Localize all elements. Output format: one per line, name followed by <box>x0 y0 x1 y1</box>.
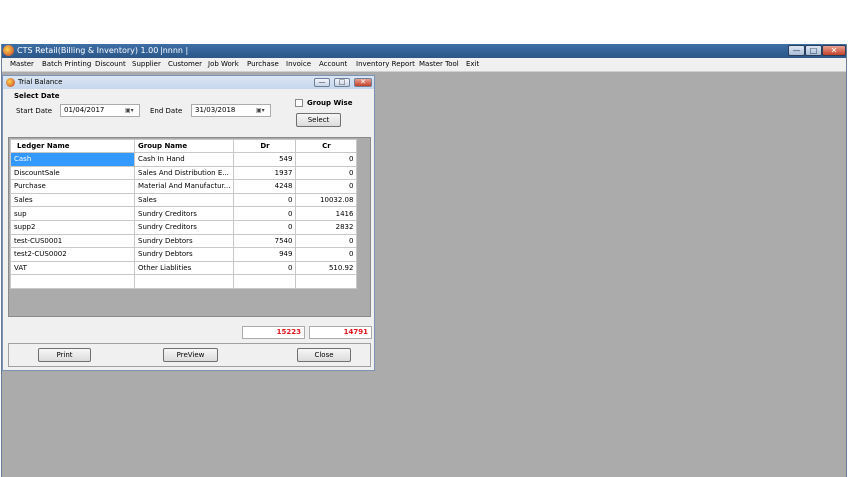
total-dr: 15223 <box>242 326 305 339</box>
dr-cell[interactable]: 0 <box>233 192 297 208</box>
table-row[interactable]: Cash Cash In Hand 549 0 <box>10 152 358 167</box>
dialog-close-button[interactable]: ✕ <box>354 78 372 87</box>
preview-button[interactable]: PreView <box>163 348 218 362</box>
menu-bar: Master Batch Printing Discount Supplier … <box>2 58 846 72</box>
calendar-dropdown-icon[interactable]: ▣▾ <box>125 107 137 114</box>
cr-cell[interactable]: 0 <box>295 152 358 167</box>
menu-master-tool[interactable]: Master Tool <box>419 60 459 68</box>
maximize-button[interactable]: □ <box>805 45 822 56</box>
cr-cell[interactable]: 10032.08 <box>295 192 358 208</box>
group-name-cell[interactable]: Sundry Debtors <box>133 247 235 262</box>
start-date-label: Start Date <box>16 107 53 115</box>
end-date-label: End Date <box>150 107 183 115</box>
group-name-cell[interactable]: Sundry Debtors <box>133 233 235 249</box>
group-wise-checkbox[interactable] <box>295 99 303 107</box>
menu-discount[interactable]: Discount <box>95 60 126 68</box>
start-date-value: 01/04/2017 <box>64 106 105 114</box>
group-name-cell[interactable]: Sundry Creditors <box>133 206 235 221</box>
dr-cell[interactable]: 1937 <box>233 165 297 181</box>
ledger-name-cell[interactable]: test-CUS0001 <box>10 233 135 249</box>
ledger-name-cell[interactable]: VAT <box>10 260 135 276</box>
menu-job-work[interactable]: Job Work <box>208 60 239 68</box>
trial-balance-grid: Ledger Name Group Name Dr Cr Cash Cash In… <box>8 137 371 317</box>
table-row[interactable]: test2-CUS0002 Sundry Debtors 949 0 <box>10 247 358 262</box>
menu-customer[interactable]: Customer <box>168 60 202 68</box>
close-dialog-button[interactable]: Close <box>297 348 351 362</box>
cr-cell[interactable]: 0 <box>295 247 358 262</box>
ledger-name-cell[interactable]: Sales <box>10 192 135 208</box>
dialog-title: Trial Balance <box>18 78 63 86</box>
table-row[interactable]: VAT Other Liablities 0 510.92 <box>10 260 358 276</box>
dr-cell[interactable]: 4248 <box>233 179 297 194</box>
table-row[interactable]: sup Sundry Creditors 0 1416 <box>10 206 358 221</box>
select-date-label: Select Date <box>14 92 60 100</box>
minimize-button[interactable]: — <box>788 45 805 56</box>
menu-inventory-report[interactable]: Inventory Report <box>356 60 415 68</box>
dr-cell[interactable]: 0 <box>233 219 297 235</box>
table-row[interactable]: supp2 Sundry Creditors 0 2832 <box>10 219 358 235</box>
end-date-field[interactable]: 31/03/2018 ▣▾ <box>191 104 271 117</box>
ledger-name-cell[interactable]: Cash <box>10 152 135 167</box>
close-button[interactable]: ✕ <box>822 45 846 56</box>
col-dr[interactable]: Dr <box>233 139 297 153</box>
cr-cell[interactable]: 1416 <box>295 206 358 221</box>
dr-cell[interactable]: 949 <box>233 247 297 262</box>
cr-cell[interactable]: 2832 <box>295 219 358 235</box>
col-group-name[interactable]: Group Name <box>133 139 235 153</box>
table-row[interactable]: test-CUS0001 Sundry Debtors 7540 0 <box>10 233 358 249</box>
table-row[interactable]: Purchase Material And Manufactur... 4248 0 <box>10 179 358 194</box>
app-logo-icon <box>6 78 15 87</box>
menu-master[interactable]: Master <box>10 60 34 68</box>
menu-account[interactable]: Account <box>319 60 347 68</box>
menu-exit[interactable]: Exit <box>466 60 479 68</box>
dialog-minimize-button[interactable]: — <box>314 78 330 87</box>
print-button[interactable]: Print <box>38 348 91 362</box>
dr-cell[interactable]: 0 <box>233 206 297 221</box>
ledger-name-cell[interactable]: sup <box>10 206 135 221</box>
dialog-title-bar: Trial Balance — □ ✕ <box>3 76 374 89</box>
table-header: Ledger Name Group Name Dr Cr <box>10 139 358 153</box>
ledger-name-cell[interactable]: supp2 <box>10 219 135 235</box>
ledger-name-cell[interactable]: test2-CUS0002 <box>10 247 135 262</box>
cr-cell[interactable]: 0 <box>295 233 358 249</box>
group-name-cell[interactable]: Material And Manufactur... <box>133 179 235 194</box>
group-name-cell[interactable]: Sundry Creditors <box>133 219 235 235</box>
col-cr[interactable]: Cr <box>295 139 358 153</box>
group-name-cell[interactable]: Sales And Distribution E... <box>133 165 235 181</box>
dialog-maximize-button[interactable]: □ <box>334 78 350 87</box>
menu-supplier[interactable]: Supplier <box>132 60 161 68</box>
dr-cell[interactable]: 0 <box>233 260 297 276</box>
app-title-extra: |nnnn | <box>160 46 189 55</box>
table-row[interactable]: DiscountSale Sales And Distribution E... 1… <box>10 165 358 181</box>
group-name-cell[interactable]: Other Liablities <box>133 260 235 276</box>
cr-cell[interactable]: 510.92 <box>295 260 358 276</box>
group-wise-label: Group Wise <box>307 99 353 107</box>
menu-invoice[interactable]: Invoice <box>286 60 311 68</box>
dr-cell[interactable]: 7540 <box>233 233 297 249</box>
cr-cell[interactable]: 0 <box>295 165 358 181</box>
select-button[interactable]: Select <box>296 113 341 127</box>
menu-purchase[interactable]: Purchase <box>247 60 279 68</box>
ledger-table: Ledger Name Group Name Dr Cr Cash Cash In… <box>10 139 358 289</box>
app-logo-icon <box>3 45 14 56</box>
title-bar: CTS Retail(Billing & Inventory) 1.00 |nn… <box>2 44 846 58</box>
table-row[interactable]: Sales Sales 0 10032.08 <box>10 192 358 208</box>
total-cr: 14791 <box>309 326 372 339</box>
col-ledger-name[interactable]: Ledger Name <box>10 139 135 153</box>
calendar-dropdown-icon[interactable]: ▣▾ <box>256 107 268 114</box>
group-name-cell[interactable]: Sales <box>133 192 235 208</box>
menu-batch-printing[interactable]: Batch Printing <box>42 60 91 68</box>
start-date-field[interactable]: 01/04/2017 ▣▾ <box>60 104 140 117</box>
dr-cell[interactable]: 549 <box>233 152 297 167</box>
end-date-value: 31/03/2018 <box>195 106 236 114</box>
ledger-name-cell[interactable]: DiscountSale <box>10 165 135 181</box>
app-title: CTS Retail(Billing & Inventory) 1.00 <box>17 46 159 55</box>
ledger-name-cell[interactable]: Purchase <box>10 179 135 194</box>
group-name-cell[interactable]: Cash In Hand <box>133 152 235 167</box>
cr-cell[interactable]: 0 <box>295 179 358 194</box>
table-row-empty[interactable] <box>10 274 358 289</box>
